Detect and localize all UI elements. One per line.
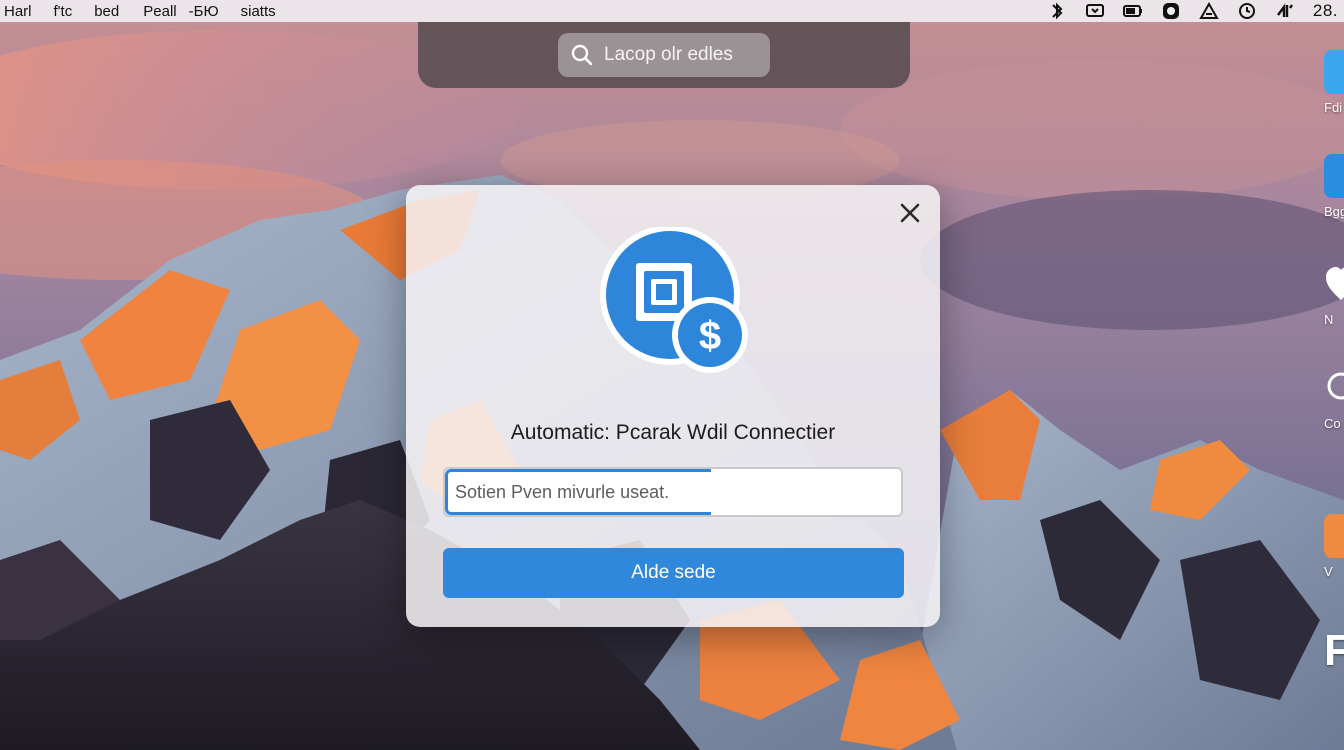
volume-icon[interactable] [1199,2,1219,20]
desktop-item-1[interactable]: Fdi [1324,50,1344,115]
desktop-item-2[interactable]: Bgg [1324,154,1344,219]
battery-icon[interactable] [1122,2,1143,20]
menu-item-view[interactable]: Peall [143,3,176,20]
menu-item-go[interactable]: -БЮ [189,3,219,20]
connection-input-field[interactable] [443,467,903,517]
menu-clock[interactable]: 28. [1313,1,1338,21]
bluetooth-icon[interactable] [1047,2,1067,20]
connection-input[interactable] [445,469,901,515]
display-icon[interactable] [1085,2,1105,20]
dialog-title: Automatic: Pcarak Wdil Connectier [510,421,836,444]
primary-action-button[interactable]: Alde sede [443,548,904,598]
close-button[interactable] [896,199,924,227]
menu-item-edit[interactable]: bed [94,3,119,20]
desktop-item-5[interactable]: V [1324,514,1344,579]
menu-item-app[interactable]: Harl [4,3,32,20]
wifi-icon[interactable] [1275,2,1295,20]
search-icon [571,44,593,66]
record-icon[interactable] [1161,2,1181,20]
desktop-item-4[interactable]: Co [1324,366,1344,431]
menu-bar-left: Harl f'tc bed Peall -БЮ siatts [4,3,276,20]
close-icon [900,203,920,223]
menu-item-file[interactable]: f'tc [54,3,73,20]
menu-item-window[interactable]: siatts [241,3,276,20]
app-icon: $ [598,227,754,377]
spotlight-search-field[interactable]: Lacop olr edles [558,33,770,77]
menu-bar-right: 28. [1047,1,1338,21]
menu-bar: Harl f'tc bed Peall -БЮ siatts 28. [0,0,1344,22]
desktop-item-6[interactable]: Fi [1324,626,1344,676]
desktop-item-3[interactable]: N [1324,262,1344,327]
clock-icon[interactable] [1237,2,1257,20]
desktop-side-items: Fdi Bgg N Co V Fi [1310,30,1344,730]
svg-text:$: $ [699,314,721,358]
spotlight-placeholder: Lacop olr edles [604,44,733,65]
connection-dialog: $ Automatic: Pcarak Wdil Connectier Alde… [406,185,940,627]
spotlight-panel: Lacop olr edles [418,22,910,88]
